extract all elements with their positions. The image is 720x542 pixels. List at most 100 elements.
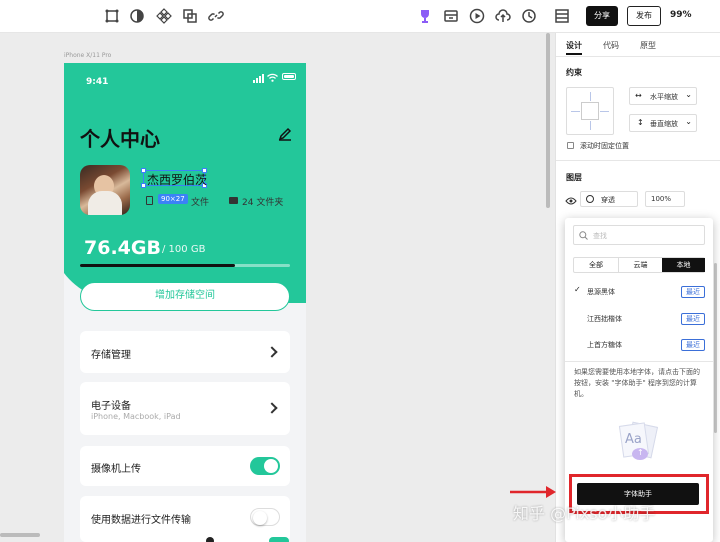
devices-row[interactable]: 电子设备 iPhone, Macbook, iPad: [80, 382, 290, 435]
archive-icon[interactable]: [443, 8, 459, 24]
horizontal-constraint-value: 水平缩放: [650, 93, 678, 101]
font-name: 江西拙楷体: [587, 315, 622, 323]
blend-mode-value: 穿透: [601, 196, 615, 204]
blend-mode-select[interactable]: 穿透: [580, 191, 638, 207]
vertical-constraint-value: 垂直缩放: [650, 120, 678, 128]
boolean-icon[interactable]: [182, 8, 198, 24]
font-source-tabs: 全部 云端 本地: [573, 257, 705, 273]
storage-management-row[interactable]: 存储管理: [80, 331, 290, 373]
constraints-widget[interactable]: [566, 87, 614, 135]
font-item[interactable]: ✓ 思源黑体 最近: [565, 284, 713, 300]
data-transfer-row[interactable]: 使用数据进行文件传输: [80, 496, 290, 542]
bottom-nav-accent: [269, 537, 289, 542]
watermark: 知乎 @Pixso小助手: [513, 504, 656, 523]
camera-upload-row[interactable]: 摄像机上传: [80, 446, 290, 486]
layout-icon[interactable]: [554, 8, 570, 24]
tab-all-fonts[interactable]: 全部: [574, 258, 618, 272]
font-name: 思源黑体: [587, 288, 615, 296]
tab-design[interactable]: 设计: [566, 40, 582, 51]
devices-sublabel: iPhone, Macbook, iPad: [91, 412, 181, 421]
font-item[interactable]: 上首方糖体 最近: [565, 337, 713, 353]
storage-total: / 100 GB: [162, 244, 206, 255]
vertical-scrollbar[interactable]: [546, 33, 550, 208]
font-item[interactable]: 江西拙楷体 最近: [565, 311, 713, 327]
tab-code[interactable]: 代码: [603, 40, 619, 51]
folders-count: 24 文件夹: [242, 198, 284, 208]
publish-button[interactable]: 发布: [627, 6, 661, 26]
font-search-input[interactable]: 查找: [573, 225, 705, 245]
tab-prototype[interactable]: 原型: [640, 40, 656, 51]
avatar[interactable]: [80, 165, 130, 215]
battery-icon: [282, 73, 296, 80]
devices-label: 电子设备: [91, 401, 131, 412]
vertical-constraint-select[interactable]: ↕ 垂直缩放 ⌄: [629, 114, 697, 132]
edit-icon[interactable]: [278, 127, 292, 144]
eye-icon[interactable]: [565, 195, 577, 208]
horizontal-scrollbar[interactable]: [0, 533, 40, 537]
play-icon[interactable]: [469, 8, 485, 24]
opacity-input[interactable]: 100%: [645, 191, 685, 207]
font-preview-sample: Aa: [625, 432, 642, 447]
tab-design-underline: [566, 53, 582, 55]
files-label: 文件: [191, 198, 210, 208]
tabs-divider: [556, 56, 720, 57]
contrast-icon[interactable]: [129, 8, 145, 24]
data-transfer-toggle[interactable]: [250, 508, 280, 526]
popup-divider: [565, 361, 713, 362]
arrow-up-icon: ↑: [637, 448, 644, 457]
folder-icon: [229, 197, 238, 204]
camera-upload-label: 摄像机上传: [91, 464, 141, 475]
chevron-down-icon: ⌄: [685, 117, 692, 126]
storage-used: 76.4GB: [84, 237, 161, 259]
top-toolbar: 分享 发布 99%: [0, 0, 720, 33]
blend-icon: [586, 195, 594, 203]
frame-icon[interactable]: [104, 8, 120, 24]
camera-upload-toggle[interactable]: [250, 457, 280, 475]
history-icon[interactable]: [521, 8, 537, 24]
chevron-right-icon: [266, 402, 278, 414]
fix-scroll-label: 滚动时固定位置: [580, 142, 629, 150]
font-name: 上首方糖体: [587, 341, 622, 349]
upload-icon[interactable]: [495, 8, 511, 24]
recent-badge: 最近: [681, 339, 705, 351]
link-icon[interactable]: [208, 8, 224, 24]
zoom-level[interactable]: 99%: [670, 10, 692, 20]
vertical-arrows-icon: ↕: [637, 118, 644, 127]
chevron-right-icon: [266, 346, 278, 358]
horizontal-arrows-icon: ↔: [635, 91, 642, 100]
selection-size-badge: 90×27: [158, 194, 188, 204]
frame-label: iPhone X/11 Pro: [64, 52, 112, 59]
file-icon: [146, 196, 153, 205]
font-search-placeholder: 查找: [593, 232, 607, 240]
bottom-nav-dot: [206, 537, 214, 542]
recent-badge: 最近: [681, 313, 705, 325]
storage-progress-fill: [80, 264, 236, 267]
layer-title: 图层: [566, 173, 582, 182]
opacity-value: 100%: [651, 195, 672, 203]
status-time: 9:41: [86, 77, 109, 87]
fix-scroll-checkbox[interactable]: [567, 142, 574, 149]
local-font-info: 如果您需要使用本地字体，请点击下面的按钮，安装 "字体助手" 程序到您的计算机。: [574, 368, 700, 398]
signal-icon: [253, 73, 265, 83]
check-icon: ✓: [574, 285, 581, 294]
storage-management-label: 存储管理: [91, 350, 131, 361]
username[interactable]: 杰西罗伯茨: [147, 171, 207, 188]
search-icon: [579, 231, 588, 240]
phone-frame[interactable]: 9:41 个人中心 杰西罗伯茨 90×27 文件 24 文件夹 76.4GB /…: [64, 63, 306, 542]
tab-cloud-fonts[interactable]: 云端: [618, 258, 662, 272]
add-storage-button[interactable]: 增加存储空间: [80, 282, 290, 311]
component-icon[interactable]: [156, 8, 172, 24]
font-preview-illustration: Aa ↑: [615, 418, 665, 463]
share-button[interactable]: 分享: [586, 6, 618, 26]
trophy-icon[interactable]: [417, 8, 433, 24]
data-transfer-label: 使用数据进行文件传输: [91, 515, 191, 526]
horizontal-constraint-select[interactable]: ↔ 水平缩放 ⌄: [629, 87, 697, 105]
layer-divider: [556, 160, 720, 161]
chevron-down-icon: ⌄: [685, 90, 692, 99]
constraints-title: 约束: [566, 68, 582, 77]
tab-local-fonts[interactable]: 本地: [662, 258, 705, 272]
add-storage-label: 增加存储空间: [155, 290, 215, 301]
panel-scrollbar[interactable]: [714, 263, 717, 433]
page-title: 个人中心: [80, 127, 160, 151]
storage-progress-bar: [80, 264, 290, 267]
